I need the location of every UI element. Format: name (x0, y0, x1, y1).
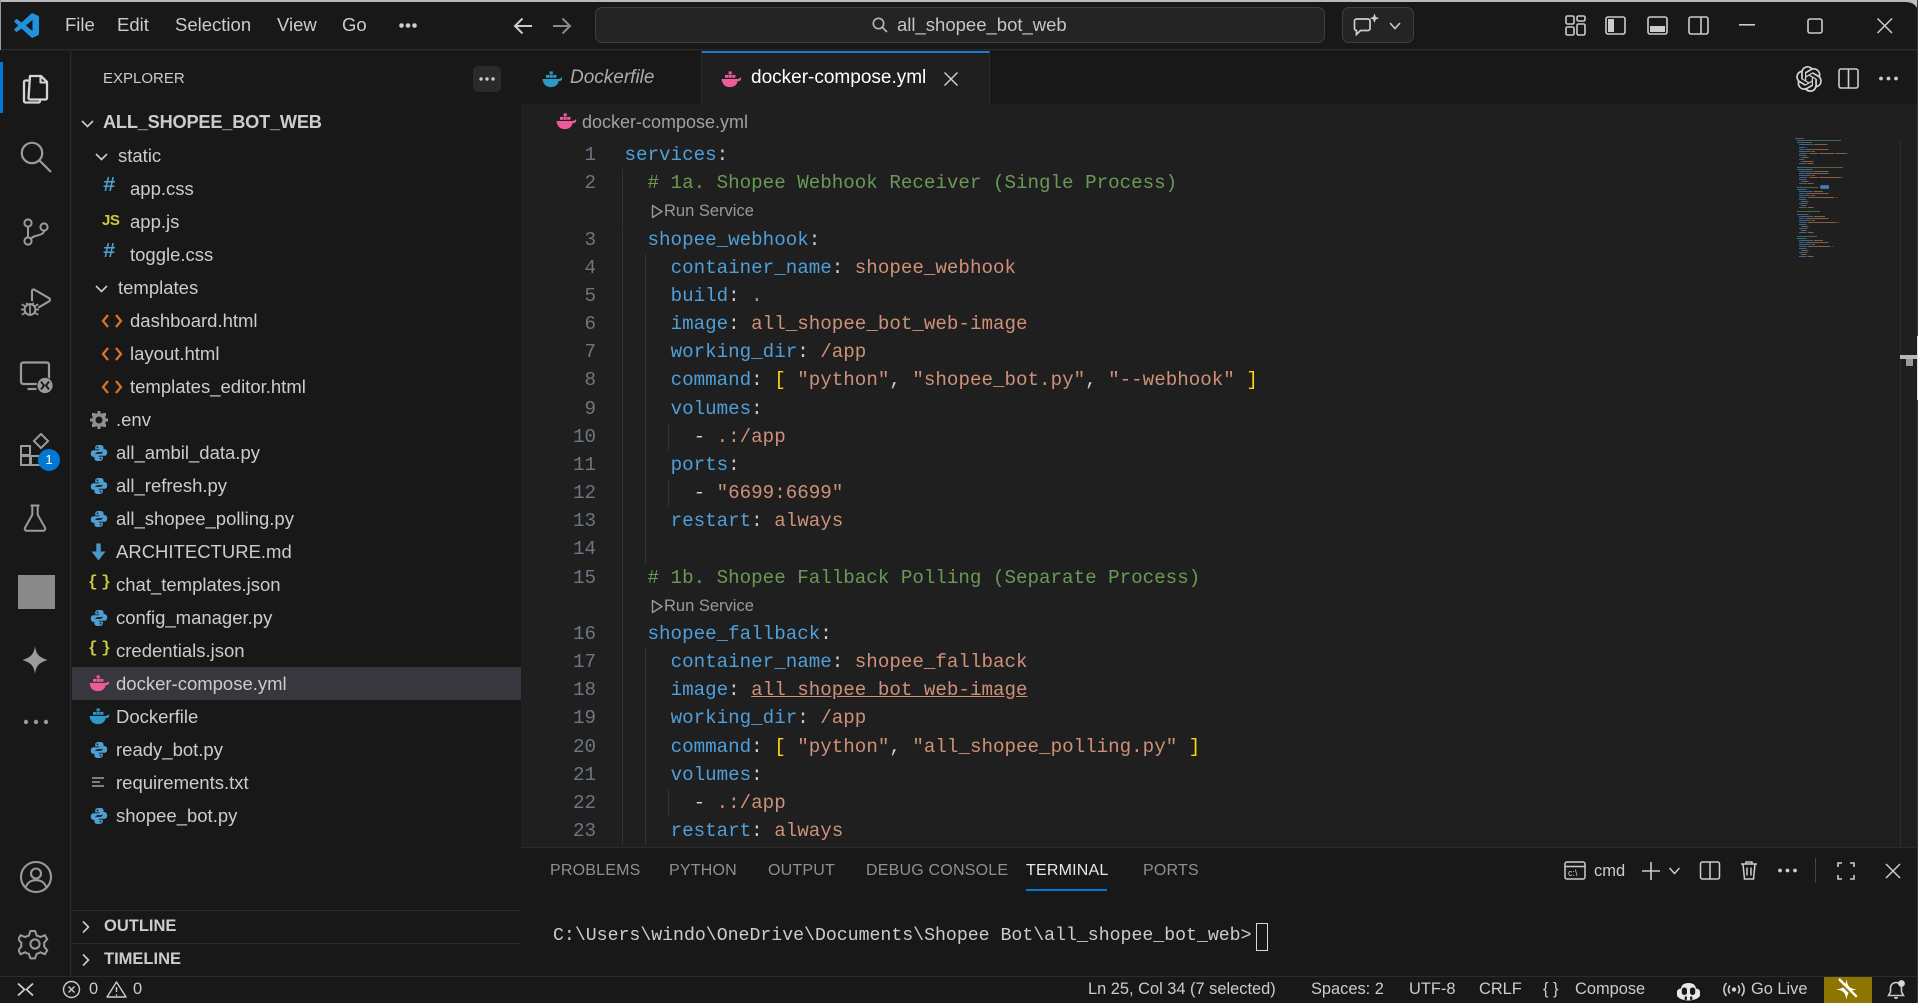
svg-text:c:\: c:\ (1568, 868, 1578, 878)
